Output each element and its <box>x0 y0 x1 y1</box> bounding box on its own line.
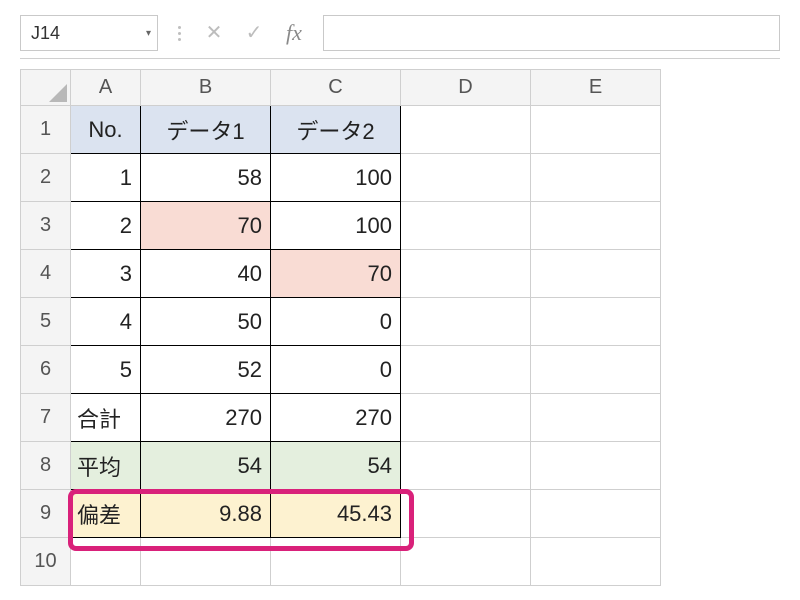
cell[interactable]: 270 <box>141 394 271 442</box>
dropdown-icon[interactable]: ▾ <box>146 28 151 39</box>
spreadsheet: A B C D E 1 No. データ1 データ2 2 1 58 100 <box>20 69 780 586</box>
formula-bar: J14 ▾ ✕ ✓ fx <box>20 0 780 59</box>
cell[interactable]: 1 <box>71 154 141 202</box>
cell[interactable]: 100 <box>271 154 401 202</box>
row-header[interactable]: 4 <box>21 250 71 298</box>
cell[interactable]: データ1 <box>141 106 271 154</box>
cell[interactable] <box>531 442 661 490</box>
cell[interactable] <box>401 346 531 394</box>
cell[interactable]: データ2 <box>271 106 401 154</box>
cell[interactable]: 52 <box>141 346 271 394</box>
cell[interactable]: 5 <box>71 346 141 394</box>
cell[interactable] <box>531 250 661 298</box>
cell[interactable]: 54 <box>271 442 401 490</box>
row-header[interactable]: 10 <box>21 538 71 586</box>
cell[interactable] <box>401 106 531 154</box>
cell[interactable]: 2 <box>71 202 141 250</box>
grip-icon <box>178 26 181 41</box>
cell[interactable]: 9.88 <box>141 490 271 538</box>
row-header[interactable]: 2 <box>21 154 71 202</box>
fx-icon[interactable]: fx <box>283 22 305 44</box>
cell[interactable] <box>141 538 271 586</box>
name-box[interactable]: J14 ▾ <box>20 15 158 51</box>
cell[interactable] <box>531 394 661 442</box>
cell[interactable] <box>71 538 141 586</box>
cell[interactable] <box>531 538 661 586</box>
cell[interactable]: 4 <box>71 298 141 346</box>
cell[interactable]: 58 <box>141 154 271 202</box>
cell[interactable]: 0 <box>271 298 401 346</box>
cell[interactable]: 70 <box>271 250 401 298</box>
row-header[interactable]: 8 <box>21 442 71 490</box>
cell[interactable]: 3 <box>71 250 141 298</box>
cell[interactable] <box>531 298 661 346</box>
cell[interactable]: 54 <box>141 442 271 490</box>
cell[interactable] <box>401 490 531 538</box>
cell[interactable] <box>531 202 661 250</box>
cell[interactable]: 合計 <box>71 394 141 442</box>
cell[interactable]: 45.43 <box>271 490 401 538</box>
row-header[interactable]: 6 <box>21 346 71 394</box>
cell[interactable]: 70 <box>141 202 271 250</box>
formula-bar-buttons: ✕ ✓ fx <box>195 22 313 44</box>
cell[interactable] <box>401 154 531 202</box>
select-all-corner[interactable] <box>21 70 71 106</box>
formula-input[interactable] <box>323 15 780 51</box>
cell[interactable] <box>401 250 531 298</box>
cell[interactable]: No. <box>71 106 141 154</box>
row-header[interactable]: 7 <box>21 394 71 442</box>
row-header[interactable]: 3 <box>21 202 71 250</box>
col-header-C[interactable]: C <box>271 70 401 106</box>
cell[interactable]: 50 <box>141 298 271 346</box>
col-header-D[interactable]: D <box>401 70 531 106</box>
cell[interactable]: 100 <box>271 202 401 250</box>
col-header-E[interactable]: E <box>531 70 661 106</box>
cell[interactable]: 0 <box>271 346 401 394</box>
enter-icon[interactable]: ✓ <box>243 23 265 43</box>
grid[interactable]: A B C D E 1 No. データ1 データ2 2 1 58 100 <box>20 69 661 586</box>
cell[interactable] <box>531 490 661 538</box>
row-header[interactable]: 9 <box>21 490 71 538</box>
cancel-icon[interactable]: ✕ <box>203 23 225 43</box>
cell[interactable]: 40 <box>141 250 271 298</box>
cell[interactable]: 偏差 <box>71 490 141 538</box>
cell[interactable]: 270 <box>271 394 401 442</box>
row-header[interactable]: 5 <box>21 298 71 346</box>
cell[interactable] <box>531 346 661 394</box>
cell[interactable] <box>401 202 531 250</box>
cell[interactable]: 平均 <box>71 442 141 490</box>
row-header[interactable]: 1 <box>21 106 71 154</box>
name-box-value: J14 <box>31 23 60 44</box>
cell[interactable] <box>401 394 531 442</box>
cell[interactable] <box>401 538 531 586</box>
cell[interactable] <box>271 538 401 586</box>
col-header-B[interactable]: B <box>141 70 271 106</box>
cell[interactable] <box>401 442 531 490</box>
cell[interactable] <box>401 298 531 346</box>
cell[interactable] <box>531 154 661 202</box>
col-header-A[interactable]: A <box>71 70 141 106</box>
cell[interactable] <box>531 106 661 154</box>
